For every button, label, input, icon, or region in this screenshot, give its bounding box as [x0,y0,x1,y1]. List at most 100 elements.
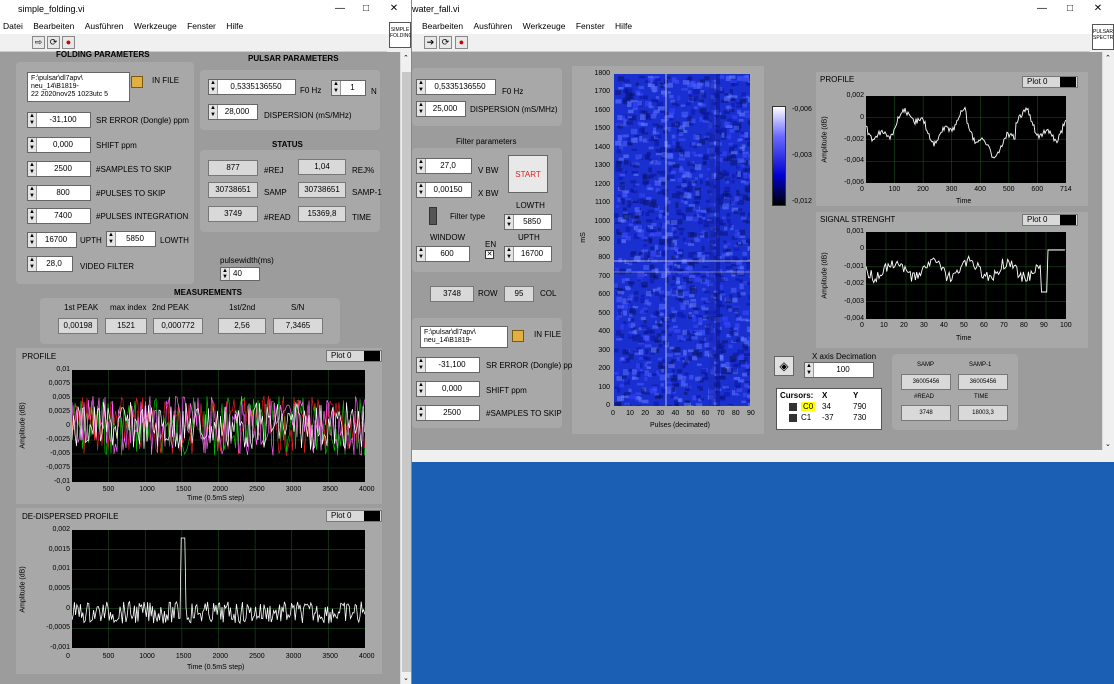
menu-fenster[interactable]: Fenster [576,21,605,31]
run-arrow-icon[interactable]: ⇨ [32,36,45,49]
filter-type-switch[interactable] [429,207,437,225]
wf-profile-y-tick: -0,006 [844,179,864,186]
menu-ausfuehren[interactable]: Ausführen [474,21,513,31]
video-filter-input[interactable]: ▲ ▼ 28,0 [27,256,73,272]
maxidx-indicator: 1521 [105,318,147,334]
menu-werkzeuge[interactable]: Werkzeuge [523,21,566,31]
video-filter-label: VIDEO FILTER [80,262,135,271]
close-icon[interactable]: ✕ [380,0,408,18]
signal-svg [865,232,1066,319]
dedisp-y-tick: 0,002 [52,526,70,533]
pulses-skip-label: #PULSES TO SKIP [96,189,166,198]
color-scale[interactable] [772,106,786,206]
waterfall-hscroll[interactable] [412,450,1102,462]
maximize-icon[interactable]: □ [352,0,380,18]
n-input[interactable]: ▲ ▼ 1 [331,80,366,96]
profile-x-tick: 0 [66,486,70,493]
sr-error-input[interactable]: ▲ ▼ -31,100 [27,112,91,128]
signal-x-tick: 90 [1040,322,1048,329]
signal-ylabel: Amplitude (dB) [821,252,829,299]
pulses-skip-input[interactable]: ▲ ▼ 800 [27,185,91,201]
wf-samp-label: SAMP [917,362,935,368]
folding-scrollbar[interactable]: ⌃ ⌄ [400,52,411,684]
dedisp-legend[interactable]: Plot 0 [326,510,382,522]
close-icon[interactable]: ✕ [1084,0,1112,18]
en-checkbox[interactable]: ✕ [485,250,494,259]
run-continuous-icon[interactable]: ⟳ [47,36,60,49]
wf-profile-plot-area[interactable] [865,96,1067,183]
menu-fenster[interactable]: Fenster [187,21,216,31]
lowth-input[interactable]: ▲ ▼ 5850 [106,231,156,247]
infile-path[interactable]: F:\pulsar\dl7apv\ neu_14\B1819- 22 2020n… [27,72,130,102]
xdec-input[interactable]: ▲ ▼ 100 [804,362,874,378]
f0-input[interactable]: ▲ ▼ 0,5335136550 [208,79,296,95]
minimize-icon[interactable]: — [326,0,354,18]
wf-shift-input[interactable]: ▲ ▼ 0,000 [416,381,480,397]
waterfall-y-tick: 200 [598,365,610,373]
menu-datei[interactable]: Datei [3,21,23,31]
profile-plot-area[interactable] [71,370,365,482]
wf-infile-path[interactable]: F:\pulsar\dl7apv\ neu_14\B1819- [420,326,508,348]
window-input[interactable]: ▲ ▼ 600 [416,246,470,262]
cursor-c1-name: C1 [801,413,812,422]
menu-hilfe[interactable]: Hilfe [615,21,632,31]
dedisp-x-tick: 0 [66,653,70,660]
menu-hilfe[interactable]: Hilfe [226,21,243,31]
dedisp-x-tick: 2500 [249,653,265,660]
signal-legend[interactable]: Plot 0 [1022,214,1078,226]
abort-icon[interactable]: ● [455,36,468,49]
abort-icon[interactable]: ● [62,36,75,49]
waterfall-window: water_fall.vi — □ ✕ Bearbeiten Ausführen… [412,0,1114,462]
profile-x-tick: 2500 [249,486,265,493]
pulses-integration-label: #PULSES INTEGRATION [96,212,189,221]
wf-profile-x-tick: 100 [888,186,901,193]
lowth-label: LOWTH [516,201,545,210]
menu-ausfuehren[interactable]: Ausführen [85,21,124,31]
menu-werkzeuge[interactable]: Werkzeuge [134,21,177,31]
wf-profile-title: PROFILE [820,75,855,84]
upth-input[interactable]: ▲ ▼ 16700 [27,232,77,248]
run-arrow-icon[interactable]: ➔ [424,36,437,49]
start-button[interactable]: START [508,155,548,193]
vbw-input[interactable]: ▲ ▼ 27,0 [416,158,472,174]
run-continuous-icon[interactable]: ⟳ [439,36,452,49]
wf-dispersion-input[interactable]: ▲ ▼ 25,000 [416,101,466,117]
zoom-tool-icon[interactable]: ◈ [774,356,794,376]
wf-profile-legend[interactable]: Plot 0 [1022,76,1078,88]
f0-label: F0 Hz [300,86,322,95]
waterfall-x-tick: 90 [747,410,755,417]
samples-skip-input[interactable]: ▲ ▼ 2500 [27,161,91,177]
menu-bearbeiten[interactable]: Bearbeiten [422,21,463,31]
waterfall-scrollbar[interactable]: ⌃ ⌄ [1102,52,1114,450]
signal-plot-area[interactable] [865,232,1066,319]
wf-infile-label: IN FILE [534,330,562,339]
wf-f0-label: F0 Hz [502,87,524,96]
wf-f0-input[interactable]: ▲ ▼ 0,5335136550 [416,79,496,95]
wf-upth-input[interactable]: ▲ ▼ 16700 [504,246,552,262]
wf-sr-error-input[interactable]: ▲ ▼ -31,100 [416,357,480,373]
lowth-label: LOWTH [160,236,189,245]
wf-samples-skip-input[interactable]: ▲ ▼ 2500 [416,405,480,421]
cursor-table[interactable]: Cursors: X Y C0 34 790 C1 -37 730 [776,388,882,430]
browse-folder-icon[interactable] [512,330,524,342]
profile-legend[interactable]: Plot 0 [326,350,382,362]
folding-window: simple_folding.vi — □ ✕ Datei Bearbeiten… [0,0,412,684]
dispersion-input[interactable]: ▲ ▼ 28,000 [208,104,258,120]
menu-bearbeiten[interactable]: Bearbeiten [33,21,74,31]
waterfall-plot-area[interactable] [614,74,757,411]
sn-indicator: 7,3465 [273,318,323,334]
shift-input[interactable]: ▲ ▼ 0,000 [27,137,91,153]
xbw-input[interactable]: ▲ ▼ 0,00150 [416,182,472,198]
browse-folder-icon[interactable] [131,76,143,88]
dispersion-label: DISPERSION (mS/MHz) [264,111,352,120]
pulses-integration-input[interactable]: ▲ ▼ 7400 [27,208,91,224]
waterfall-x-tick: 0 [611,410,615,417]
pulsewidth-input[interactable]: ▲ ▼ 40 [220,267,260,281]
cursor-header-y: Y [853,391,859,400]
maximize-icon[interactable]: □ [1056,0,1084,18]
dedisp-plot-area[interactable] [71,530,366,648]
wf-lowth-input[interactable]: ▲ ▼ 5850 [504,214,552,230]
time-label: TIME [352,213,372,222]
minimize-icon[interactable]: — [1028,0,1056,18]
folding-menubar: Datei Bearbeiten Ausführen Werkzeuge Fen… [0,18,411,34]
